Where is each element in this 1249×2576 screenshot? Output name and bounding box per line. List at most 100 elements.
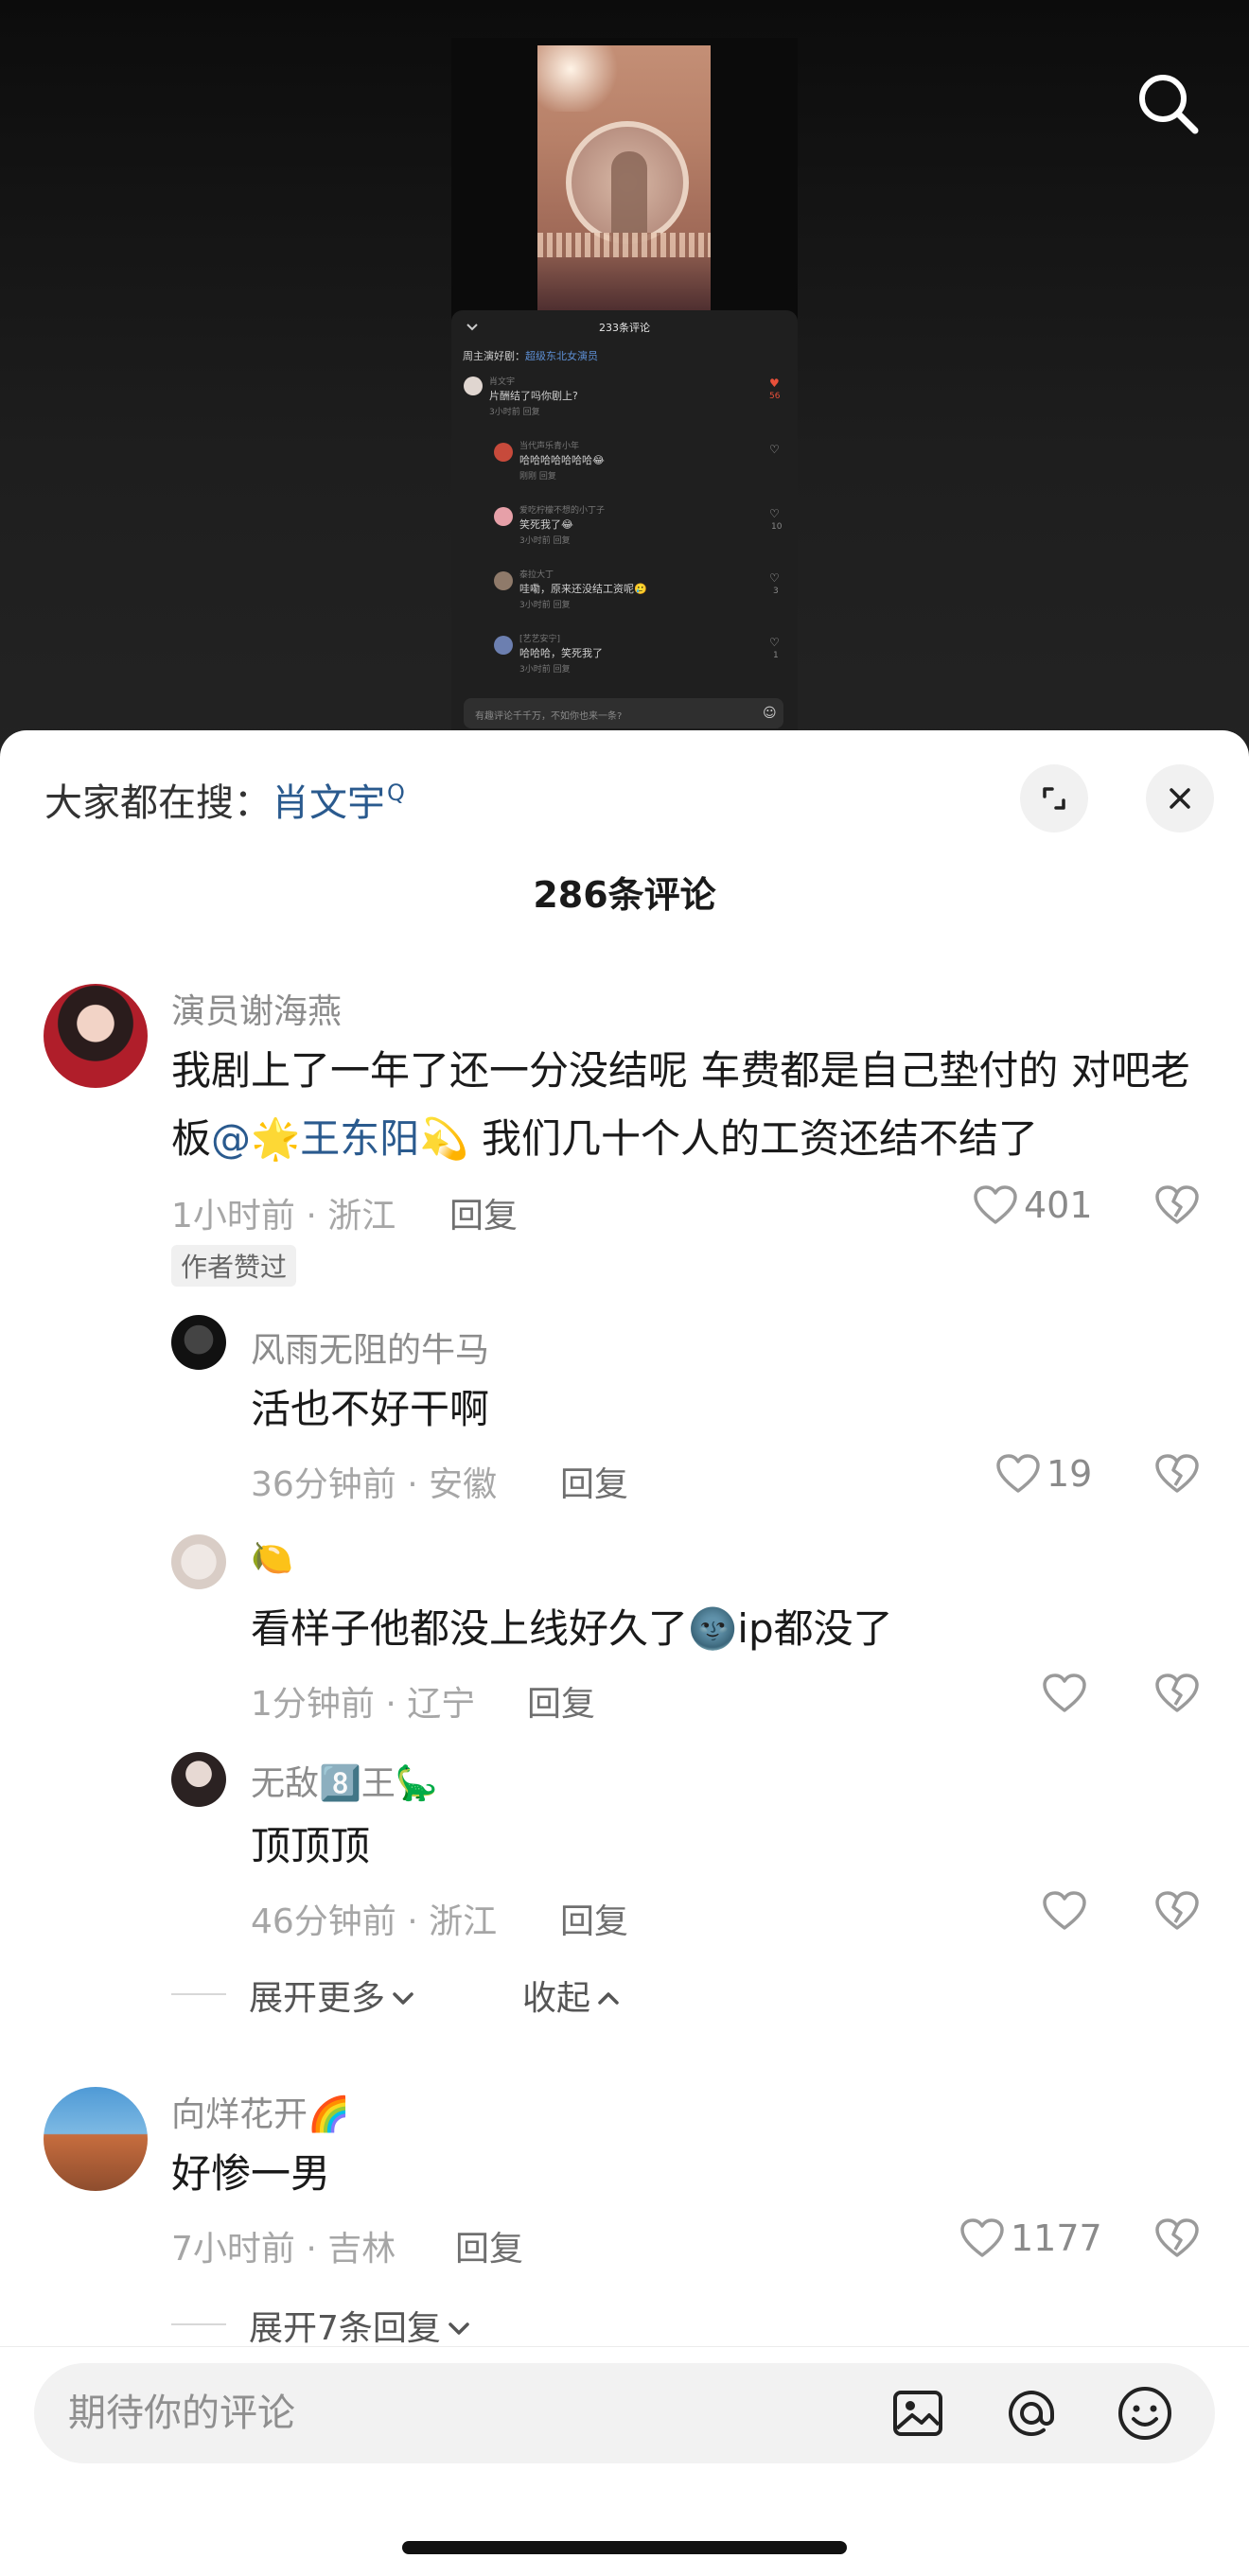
comment-text: 我剧上了一年了还一分没结呢 车费都是自己垫付的 对吧老板@🌟王东阳💫 我们几十个…: [171, 1047, 1190, 1162]
comment-username[interactable]: 演员谢海燕: [171, 984, 342, 1033]
reply-meta: 1分钟前 · 辽宁: [251, 1685, 476, 1724]
expand-more-button[interactable]: 展开更多: [249, 1971, 417, 2020]
divider: [171, 1993, 226, 1995]
mini-comment-panel: 233条评论 周主演好剧：超级东北女演员 肖文宇 片酬结了吗你剧上? 3小时前 …: [451, 310, 798, 731]
emoji-icon: ☺: [763, 706, 777, 721]
mini-meta: 刚刚 回复: [519, 472, 556, 482]
heart-outline-icon: ♡: [769, 507, 780, 520]
dislike-button[interactable]: [1154, 1890, 1200, 1936]
mini-comment-text: 笑死我了😂: [519, 518, 573, 531]
comment-input-bar: [0, 2346, 1249, 2576]
reply-username[interactable]: 🍋: [251, 1538, 293, 1578]
mini-meta: 3小时前 回复: [519, 536, 571, 546]
dislike-icon: [1155, 1454, 1199, 1493]
mini-panel-title: 233条评论: [599, 322, 650, 334]
reply-text: 顶顶顶: [251, 1823, 371, 1869]
like-count: 401: [1024, 1184, 1093, 1226]
reply-button[interactable]: 回复: [449, 1188, 518, 1237]
chevron-up-icon: [598, 1992, 619, 2005]
search-suggestion-prefix: 大家都在搜：: [44, 781, 272, 825]
avatar[interactable]: [171, 1752, 226, 1807]
dislike-icon: [1155, 2218, 1199, 2257]
mini-comment-text: 哈哈哈哈哈哈哈😂: [519, 454, 605, 466]
emoji-button[interactable]: [1115, 2383, 1175, 2444]
search-icon: [1139, 75, 1199, 134]
mini-meta: 3小时前 回复: [489, 408, 540, 417]
mini-like-count: 56: [769, 392, 781, 401]
reply-button[interactable]: 回复: [560, 1457, 628, 1506]
image-icon: [893, 2391, 942, 2436]
reply-text: 活也不好干啊: [251, 1386, 490, 1432]
comment-username[interactable]: 向烊花开🌈: [171, 2087, 350, 2136]
home-indicator[interactable]: [402, 2541, 847, 2554]
expand-button[interactable]: [1020, 764, 1088, 832]
video-frame-image: [537, 45, 711, 314]
mini-meta: 3小时前 回复: [519, 601, 571, 610]
mini-comment-input: 有趣评论千千万，不如你也来一条? ☺: [464, 698, 783, 728]
divider: [171, 2323, 226, 2325]
reply-button[interactable]: 回复: [560, 1894, 628, 1943]
heart-icon: [996, 1454, 1040, 1493]
like-count: 19: [1047, 1453, 1093, 1495]
avatar[interactable]: [171, 1315, 226, 1370]
mini-username: [艺艺安宁]: [519, 635, 561, 644]
search-suggestion[interactable]: 大家都在搜：肖文宇Q: [44, 772, 405, 827]
dislike-icon: [1155, 1185, 1199, 1224]
collapse-button[interactable]: 收起: [522, 1971, 623, 2020]
expand-replies-button[interactable]: 展开7条回复: [249, 2301, 473, 2350]
search-suggestion-keyword[interactable]: 肖文宇: [272, 781, 385, 825]
like-button[interactable]: 401: [973, 1184, 1093, 1226]
comment-meta: 1小时前 · 浙江: [171, 1197, 396, 1235]
mini-username: 爱吃柠檬不想的小丁子: [519, 506, 606, 516]
expand-icon: [1043, 787, 1065, 810]
mini-username: 肖文宇: [489, 377, 516, 387]
heart-icon: ♥: [769, 377, 780, 390]
heart-icon: [1043, 1674, 1086, 1712]
heart-icon: [974, 1185, 1017, 1224]
dislike-button[interactable]: [1154, 1184, 1200, 1230]
search-icon: Q: [387, 780, 405, 806]
mini-like-count: 10: [771, 522, 783, 532]
comment-meta: 7小时前 · 吉林: [171, 2230, 396, 2269]
dislike-button[interactable]: [1154, 1673, 1200, 1718]
dislike-icon: [1155, 1891, 1199, 1930]
avatar[interactable]: [44, 984, 148, 1088]
mini-comment-text: 哈哈哈，笑死我了: [519, 647, 603, 659]
reply-username[interactable]: 无敌8️⃣王🦕: [251, 1756, 438, 1805]
like-button[interactable]: 1177: [959, 2217, 1102, 2259]
close-button[interactable]: [1146, 764, 1214, 832]
search-button[interactable]: [1131, 66, 1206, 142]
video-thumbnail[interactable]: [451, 38, 798, 322]
heart-outline-icon: ♡: [769, 571, 780, 585]
chevron-down-icon: [449, 2322, 469, 2335]
mini-hint: 周主演好剧：超级东北女演员: [463, 350, 598, 362]
reply-meta: 46分钟前 · 浙江: [251, 1902, 498, 1941]
dislike-icon: [1155, 1674, 1199, 1712]
comment-text: 好惨一男: [171, 2150, 331, 2197]
reply-button[interactable]: 回复: [527, 1676, 595, 1726]
avatar[interactable]: [171, 1534, 226, 1589]
mention-button[interactable]: [1001, 2383, 1062, 2444]
reply-text: 看样子他都没上线好久了🌚ip都没了: [251, 1605, 893, 1652]
reply-button[interactable]: 回复: [455, 2221, 523, 2270]
image-button[interactable]: [888, 2383, 948, 2444]
like-button[interactable]: 19: [995, 1453, 1092, 1495]
mini-comment-text: 片酬结了吗你剧上?: [489, 390, 578, 402]
mini-meta: 3小时前 回复: [519, 665, 571, 675]
mini-like-count: 1: [773, 651, 779, 660]
avatar[interactable]: [44, 2087, 148, 2191]
comment-count-title: 286条评论: [533, 874, 716, 916]
mention-link[interactable]: @🌟王东阳💫: [211, 1115, 469, 1162]
dislike-button[interactable]: [1154, 2217, 1200, 2263]
like-button[interactable]: [1042, 1890, 1087, 1932]
like-button[interactable]: [1042, 1673, 1087, 1714]
heart-icon: [1043, 1891, 1086, 1930]
at-icon: [1009, 2391, 1054, 2437]
reply-username[interactable]: 风雨无阻的牛马: [251, 1323, 489, 1372]
reply-meta: 36分钟前 · 安徽: [251, 1465, 498, 1504]
comment-sheet: 大家都在搜：肖文宇Q 286条评论 演员谢海燕 我剧上了一年了还一分没结呢 车费…: [0, 730, 1249, 2576]
author-liked-badge: 作者赞过: [171, 1245, 297, 1287]
mini-like-count: 3: [773, 587, 779, 596]
dislike-button[interactable]: [1154, 1453, 1200, 1498]
emoji-icon: [1118, 2387, 1171, 2440]
